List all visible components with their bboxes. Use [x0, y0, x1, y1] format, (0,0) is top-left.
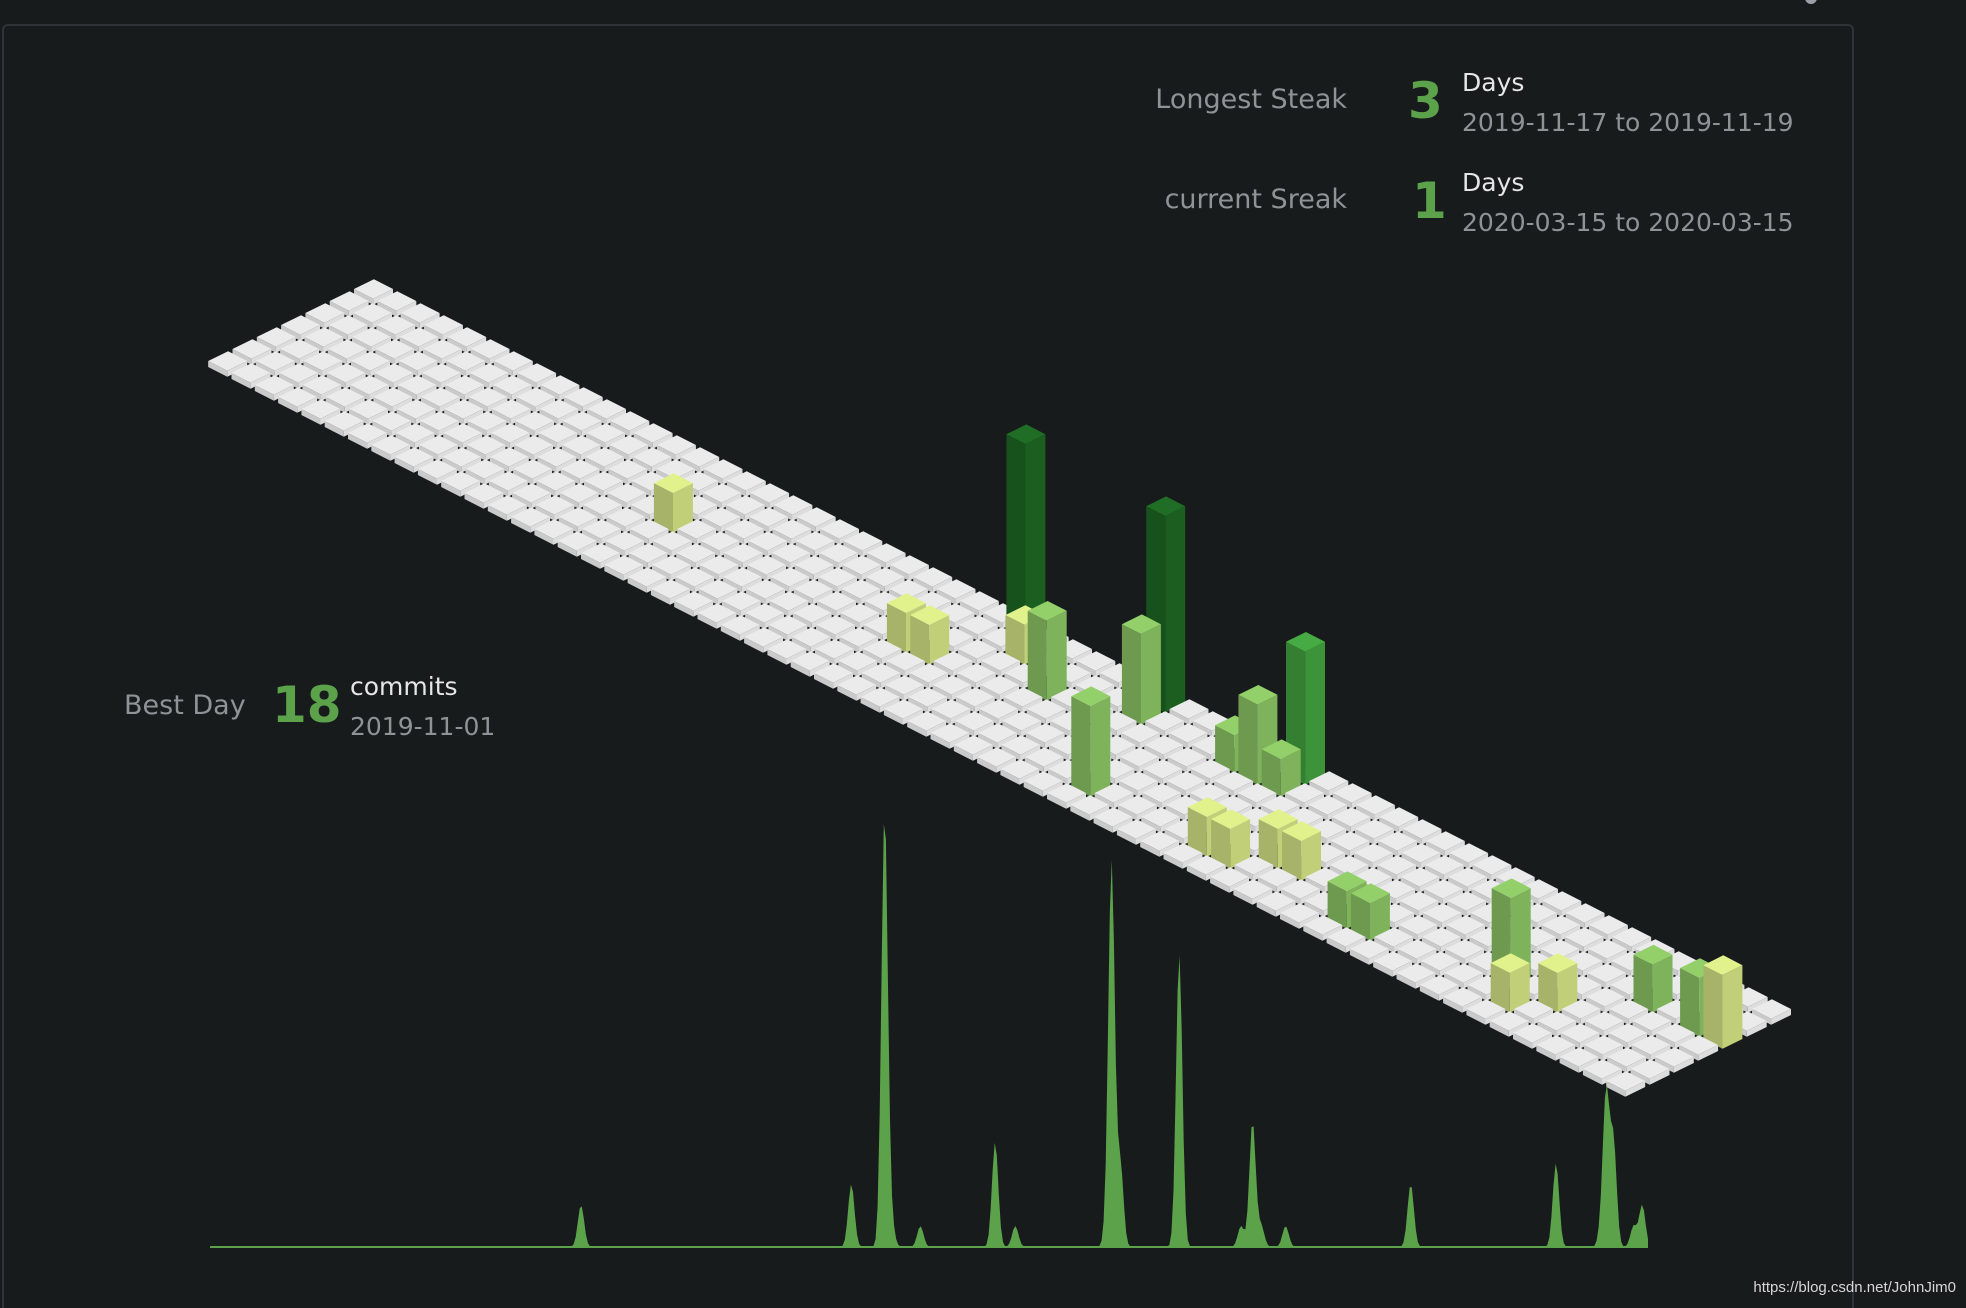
contribution-bar: [1071, 686, 1111, 797]
bar-right-face: [1141, 624, 1161, 725]
bar-left-face: [1027, 610, 1047, 701]
contribution-bar: [1121, 614, 1161, 725]
bar-right-face: [1046, 610, 1067, 701]
longest-streak-range: 2019-11-17 to 2019-11-19: [1462, 108, 1794, 137]
longest-streak-unit: Days: [1462, 68, 1525, 97]
bar-left-face: [1238, 694, 1258, 785]
bar-right-face: [1090, 696, 1111, 797]
bar-left-face: [1121, 624, 1141, 725]
best-day-unit: commits: [350, 672, 458, 701]
contribution-stage: Longest Steak 3 Days 2019-11-17 to 2019-…: [0, 0, 1966, 1308]
contribution-bar: [1211, 809, 1251, 869]
bar-right-face: [1722, 965, 1743, 1049]
current-streak-range: 2020-03-15 to 2020-03-15: [1462, 208, 1794, 237]
longest-streak-value: 3: [1408, 72, 1443, 130]
bar-right-face: [1305, 641, 1325, 785]
contribution-bar: [1027, 601, 1067, 701]
best-day-value: 18: [272, 676, 342, 734]
contribution-bar: [1490, 953, 1530, 1013]
longest-streak-label: Longest Steak: [1155, 84, 1347, 115]
watermark: https://blog.csdn.net/JohnJim0: [1753, 1279, 1956, 1296]
contribution-bar: [1538, 953, 1578, 1013]
bar-left-face: [1680, 968, 1700, 1037]
bar-right-face: [1165, 506, 1186, 713]
bar-left-face: [1071, 696, 1091, 797]
contribution-bar: [1282, 821, 1321, 881]
bar-left-face: [1703, 965, 1723, 1049]
current-streak-unit: Days: [1462, 168, 1525, 197]
current-streak-value: 1: [1412, 172, 1447, 230]
isometric-contribution-chart: [208, 279, 1791, 1248]
contribution-bar: [1703, 955, 1743, 1049]
contribution-bar: [910, 605, 950, 665]
contribution-bar: [653, 473, 693, 533]
best-day-label: Best Day: [124, 690, 246, 721]
current-streak-label: current Sreak: [1164, 184, 1347, 215]
contribution-bar: [1633, 944, 1673, 1013]
best-day-date: 2019-11-01: [350, 712, 496, 741]
